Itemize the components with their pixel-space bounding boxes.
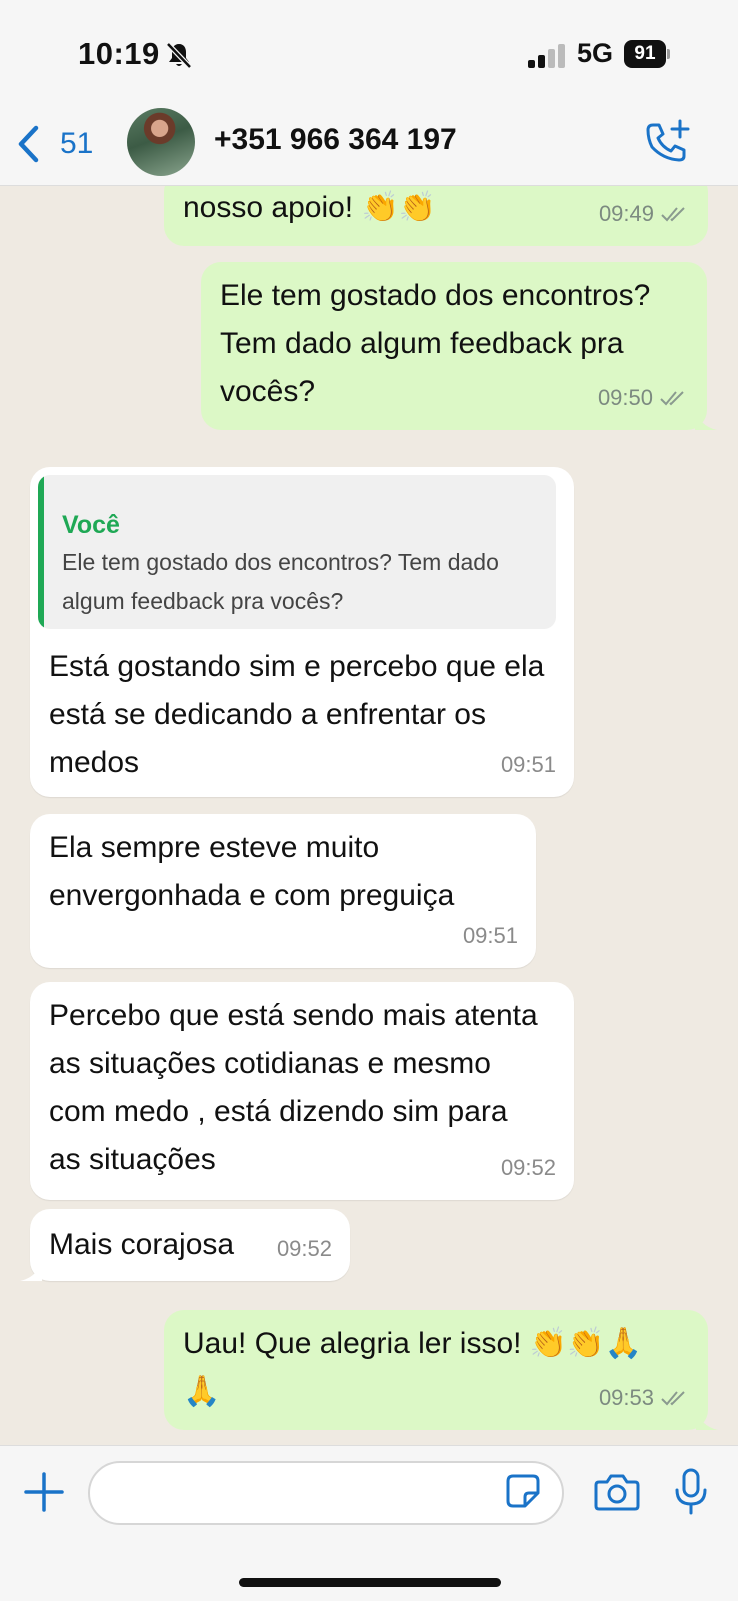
bell-muted-icon — [166, 42, 192, 69]
quote-text: Ele tem gostado dos encontros? Tem dado … — [62, 549, 499, 614]
bubble-tail — [695, 408, 717, 430]
camera-icon[interactable] — [594, 1472, 640, 1512]
quote-author: Você — [62, 511, 120, 539]
message-outgoing[interactable]: Uau! Que alegria ler isso! 👏👏🙏🙏 09:53 — [164, 1310, 718, 1430]
message-incoming[interactable]: Ela sempre esteve muito envergonhada e c… — [30, 814, 536, 968]
message-incoming[interactable]: Percebo que está sendo mais atenta as si… — [30, 982, 574, 1200]
read-ticks-icon — [661, 207, 685, 222]
message-outgoing[interactable]: nosso apoio! 👏👏 09:49 — [164, 186, 708, 246]
home-indicator — [239, 1578, 501, 1587]
network-type: 5G — [577, 38, 614, 68]
plus-icon[interactable] — [24, 1472, 64, 1512]
quoted-message[interactable]: Você Ele tem gostado dos encontros? Tem … — [38, 475, 556, 629]
message-outgoing[interactable]: Ele tem gostado dos encontros? Tem dado … — [201, 262, 717, 430]
message-time: 09:50 — [597, 385, 653, 410]
message-time: 09:53 — [598, 1385, 654, 1410]
chat-header: 51 +351 966 364 197 — [0, 105, 738, 186]
mic-icon[interactable] — [674, 1468, 708, 1516]
composer-bar — [0, 1445, 738, 1601]
battery-icon: 91 — [624, 40, 670, 68]
chevron-left-icon — [18, 125, 39, 163]
message-time: 09:51 — [500, 752, 556, 777]
message-incoming[interactable]: Mais corajosa 09:52 — [20, 1209, 350, 1281]
add-call-icon[interactable] — [644, 119, 690, 165]
message-text: Ela sempre esteve muito envergonhada e c… — [49, 831, 455, 912]
message-input[interactable] — [88, 1461, 564, 1525]
sticker-icon[interactable] — [505, 1473, 541, 1509]
status-time: 10:19 — [78, 36, 160, 71]
message-time: 09:52 — [500, 1155, 556, 1180]
unread-count: 51 — [60, 127, 94, 160]
chat-area[interactable]: nosso apoio! 👏👏 09:49 Ele tem gostado do… — [0, 186, 738, 1445]
message-time: 09:51 — [462, 923, 518, 948]
message-incoming-reply[interactable]: Você Ele tem gostado dos encontros? Tem … — [30, 467, 574, 797]
status-bar: 10:19 5G 91 — [0, 0, 738, 105]
back-button[interactable]: 51 — [16, 119, 93, 169]
message-time: 09:52 — [276, 1236, 332, 1261]
bubble-tail — [20, 1259, 42, 1281]
battery-level: 91 — [624, 40, 666, 68]
read-ticks-icon — [661, 1391, 685, 1406]
message-text: Percebo que está sendo mais atenta as si… — [49, 999, 538, 1176]
contact-name[interactable]: +351 966 364 197 — [214, 123, 457, 157]
bubble-tail — [696, 1408, 718, 1430]
read-ticks-icon — [660, 391, 684, 406]
avatar[interactable] — [127, 108, 195, 176]
signal-icon — [528, 44, 565, 68]
message-time: 09:49 — [598, 201, 654, 226]
